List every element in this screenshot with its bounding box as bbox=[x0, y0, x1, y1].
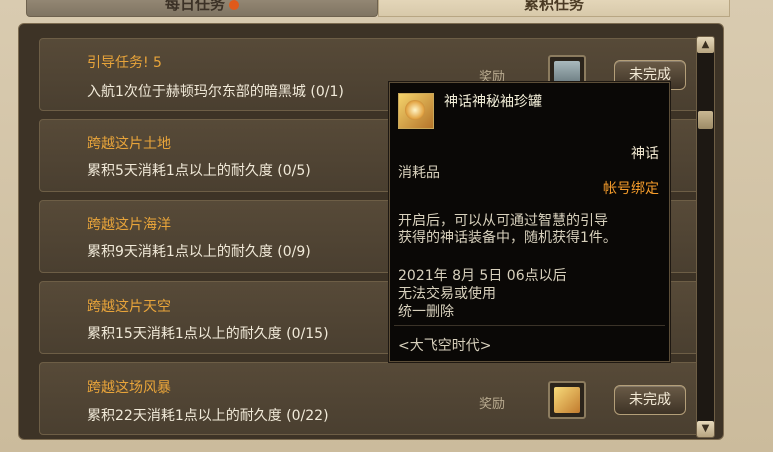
quest-title: 跨越这场风暴 bbox=[87, 380, 171, 396]
reward-item-slot[interactable] bbox=[548, 381, 586, 419]
quest-title: 跨越这片海洋 bbox=[87, 217, 171, 233]
divider bbox=[394, 325, 665, 326]
item-bind-status: 帐号绑定 bbox=[603, 181, 659, 197]
quest-row: 跨越这场风暴 累积22天消耗1点以上的耐久度 (0/22) 奖励 未完成 bbox=[39, 362, 703, 435]
item-description-line: 获得的神话装备中，随机获得1件。 bbox=[398, 230, 617, 246]
tab-cumulative-label: 累积任务 bbox=[523, 0, 584, 13]
quest-title: 引导任务! 5 bbox=[87, 55, 162, 71]
scroll-up-icon[interactable]: ▲ bbox=[697, 37, 714, 53]
item-name: 神话神秘袖珍罐 bbox=[444, 94, 542, 110]
item-trade-restriction: 无法交易或使用 bbox=[398, 286, 496, 302]
item-description-line: 开启后，可以从可通过智慧的引导 bbox=[398, 213, 608, 229]
quest-desc: 累积22天消耗1点以上的耐久度 (0/22) bbox=[87, 408, 329, 424]
quest-title: 跨越这片土地 bbox=[87, 136, 171, 152]
tab-bar: 每日任务 累积任务 bbox=[0, 0, 773, 17]
myth-jar-icon bbox=[554, 387, 580, 413]
quest-desc: 入航1次位于赫顿玛尔东部的暗黑城 (0/1) bbox=[87, 84, 344, 100]
item-trade-date: 2021年 8月 5日 06点以后 bbox=[398, 268, 567, 284]
incomplete-button[interactable]: 未完成 bbox=[614, 385, 686, 415]
tab-daily-quests[interactable]: 每日任务 bbox=[26, 0, 378, 17]
item-description: 开启后，可以从可通过智慧的引导 获得的神话装备中，随机获得1件。 bbox=[398, 213, 658, 247]
item-tooltip: 神话神秘袖珍罐 神话 消耗品 帐号绑定 开启后，可以从可通过智慧的引导 获得的神… bbox=[389, 82, 670, 362]
item-delete-note: 统一删除 bbox=[398, 304, 454, 320]
quest-title: 跨越这片天空 bbox=[87, 299, 171, 315]
quest-desc: 累积9天消耗1点以上的耐久度 (0/9) bbox=[87, 244, 311, 260]
scroll-down-icon[interactable]: ▼ bbox=[697, 421, 714, 437]
scroll-thumb[interactable] bbox=[698, 111, 713, 129]
quest-window: 每日任务 累积任务 引导任务! 5 入航1次位于赫顿玛尔东部的暗黑城 (0/1)… bbox=[0, 0, 773, 452]
quest-desc: 累积5天消耗1点以上的耐久度 (0/5) bbox=[87, 163, 311, 179]
item-rarity: 神话 bbox=[631, 146, 659, 162]
tab-cumulative-quests[interactable]: 累积任务 bbox=[378, 0, 730, 17]
quest-desc: 累积15天消耗1点以上的耐久度 (0/15) bbox=[87, 326, 329, 342]
scrollbar[interactable]: ▲ ▼ bbox=[696, 36, 715, 438]
item-source: <大飞空时代> bbox=[398, 338, 492, 354]
tab-daily-label: 每日任务 bbox=[164, 0, 225, 13]
item-type: 消耗品 bbox=[398, 165, 440, 181]
notification-dot-icon bbox=[229, 0, 239, 10]
reward-label: 奖励 bbox=[479, 397, 506, 412]
myth-jar-icon bbox=[398, 93, 434, 129]
